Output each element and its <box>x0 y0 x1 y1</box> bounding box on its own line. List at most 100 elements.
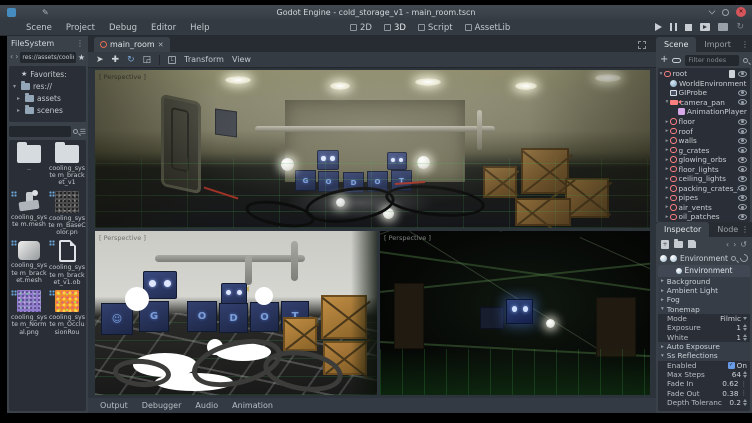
file-item-texture[interactable]: cooling_syste m_BaseColor.pn <box>48 190 86 237</box>
tree-node[interactable]: ▸glowing_orbs <box>658 155 750 165</box>
section-ambient-light[interactable]: ▸Ambient Light <box>658 286 750 295</box>
titlebar[interactable]: ✎ Godot Engine - cold_storage_v1 - main_… <box>0 5 752 20</box>
menu-debug[interactable]: Debug <box>109 23 137 33</box>
move-tool-icon[interactable]: ✚ <box>112 54 120 66</box>
fade-out-slider[interactable]: 0.38⋮ <box>722 389 750 398</box>
history-forward-icon[interactable]: › <box>733 240 736 249</box>
section-auto-exposure[interactable]: ▸Auto Exposure <box>658 342 750 351</box>
visibility-eye-icon[interactable] <box>738 128 747 134</box>
tree-node[interactable]: ▸walls <box>658 136 750 146</box>
menu-editor[interactable]: Editor <box>151 23 176 33</box>
save-resource-icon[interactable] <box>688 240 696 248</box>
visibility-eye-icon[interactable] <box>738 166 747 172</box>
file-item-texture[interactable]: cooling_syste m_Normal.png <box>10 289 48 336</box>
section-tonemap[interactable]: ▾Tonemap <box>658 305 750 314</box>
mode-dropdown[interactable]: Filmic <box>720 314 750 323</box>
spin-arrows-icon[interactable] <box>743 371 747 378</box>
file-item-mesh[interactable]: cooling_syste m.mesh <box>10 190 48 237</box>
filesystem-menu-icon[interactable]: ⋮ <box>76 39 84 48</box>
play-scene-icon[interactable] <box>700 23 710 31</box>
tree-item-favorites[interactable]: ★Favorites: <box>9 68 86 80</box>
mode-2d-button[interactable]: 2D <box>350 23 372 33</box>
enabled-checkbox[interactable]: ✓On <box>728 361 750 370</box>
minimize-button[interactable] <box>709 8 716 15</box>
tree-item-assets[interactable]: ▸assets <box>9 92 86 104</box>
slider-grabber-icon[interactable]: ⋮ <box>741 389 748 397</box>
inspector-tools-icon[interactable] <box>738 252 749 263</box>
section-fog[interactable]: ▸Fog <box>658 295 750 304</box>
tree-node[interactable]: ▸packing_crates_and_ <box>658 184 750 194</box>
visibility-eye-icon[interactable] <box>738 147 747 153</box>
viewport-perspective-main[interactable]: G O D O T <box>95 70 650 228</box>
visibility-eye-icon[interactable] <box>738 71 747 77</box>
spin-arrows-icon[interactable] <box>743 399 747 406</box>
visibility-eye-icon[interactable] <box>738 195 747 201</box>
dock-menu-icon[interactable]: ⋮ <box>741 225 749 234</box>
file-item-folder[interactable]: cooling_syste m_bracket_v1 <box>48 142 86 187</box>
mode-assetlib-button[interactable]: AssetLib <box>465 23 511 33</box>
history-icon[interactable]: ↺ <box>740 240 747 249</box>
tab-import[interactable]: Import <box>696 37 739 52</box>
tree-item-res[interactable]: ▾res:// <box>9 80 86 92</box>
distraction-free-icon[interactable] <box>638 41 646 49</box>
tree-node[interactable]: ▸pipes <box>658 193 750 203</box>
tree-node-root[interactable]: ▾root <box>658 69 750 79</box>
filter-properties-icon[interactable] <box>731 256 736 261</box>
tree-node[interactable]: ▾camera_pan <box>658 98 750 108</box>
filter-nodes-input[interactable] <box>685 55 739 66</box>
visibility-eye-icon[interactable] <box>738 214 747 220</box>
exposure-spinbox[interactable]: 1 <box>736 323 750 332</box>
spin-arrows-icon[interactable] <box>743 324 747 331</box>
close-button[interactable]: ✕ <box>736 7 746 17</box>
section-ss-reflections[interactable]: ▾Ss Reflections <box>658 351 750 360</box>
pause-icon[interactable] <box>670 23 677 31</box>
history-back-icon[interactable]: ‹ <box>726 240 729 249</box>
menu-project[interactable]: Project <box>66 23 95 33</box>
load-resource-icon[interactable] <box>674 241 683 248</box>
tree-node[interactable]: ▸floor_lights <box>658 164 750 174</box>
local-space-icon[interactable]: L <box>168 56 176 64</box>
instance-scene-icon[interactable] <box>672 58 681 63</box>
debugger-button[interactable]: Debugger <box>142 401 182 410</box>
tab-main-room[interactable]: main_room ✕ <box>94 37 170 52</box>
scale-tool-icon[interactable]: ◲ <box>143 54 152 66</box>
favorite-star-icon[interactable]: ★ <box>78 53 85 62</box>
stop-icon[interactable] <box>685 24 692 31</box>
close-tab-icon[interactable]: ✕ <box>158 41 164 49</box>
tree-node[interactable]: AnimationPlayer <box>658 107 750 117</box>
visibility-eye-icon[interactable] <box>738 90 747 96</box>
tree-node[interactable]: ▸roof <box>658 126 750 136</box>
path-input[interactable] <box>20 52 75 63</box>
transform-menu[interactable]: Transform <box>184 55 224 64</box>
add-node-button[interactable]: + <box>660 55 668 65</box>
file-search-input[interactable] <box>9 126 71 137</box>
nav-forward-button[interactable]: › <box>15 52 18 62</box>
select-tool-icon[interactable]: ➤ <box>96 54 104 66</box>
file-item-mesh[interactable]: cooling_syste m_bracket.mesh <box>10 239 48 286</box>
maximize-button[interactable] <box>722 9 729 16</box>
search-icon[interactable] <box>73 129 78 134</box>
visibility-eye-icon[interactable] <box>738 185 747 191</box>
viewport-perspective-unshaded[interactable]: ☺ G O D O T <box>95 231 377 395</box>
nav-back-button[interactable]: ‹ <box>10 52 13 62</box>
tree-node[interactable]: WorldEnvironment <box>658 79 750 89</box>
tree-node[interactable]: ▸g_crates <box>658 145 750 155</box>
spin-arrows-icon[interactable] <box>743 334 747 341</box>
tab-scene[interactable]: Scene <box>656 37 696 52</box>
visibility-eye-icon[interactable] <box>738 176 747 182</box>
play-icon[interactable] <box>655 23 662 31</box>
script-icon[interactable] <box>729 70 735 78</box>
visibility-eye-icon[interactable] <box>738 119 747 125</box>
section-background[interactable]: ▸Background <box>658 277 750 286</box>
viewport-perspective-dark[interactable]: [ Perspective ] <box>380 231 650 395</box>
max-steps-spinbox[interactable]: 64 <box>732 370 750 379</box>
tree-node[interactable]: ▸floor <box>658 117 750 127</box>
visibility-eye-icon[interactable] <box>738 138 747 144</box>
tab-inspector[interactable]: Inspector <box>656 222 709 237</box>
file-item-texture[interactable]: cooling_syste m_OcclusionRou <box>48 289 86 336</box>
file-item-obj[interactable]: cooling_syste m_bracket_v1.ob <box>48 239 86 286</box>
dock-menu-icon[interactable]: ⋮ <box>741 40 749 49</box>
resource-header[interactable]: Environment <box>658 265 750 277</box>
slider-grabber-icon[interactable]: ⋮ <box>741 380 748 388</box>
tree-node[interactable]: ▸air_vents <box>658 203 750 213</box>
